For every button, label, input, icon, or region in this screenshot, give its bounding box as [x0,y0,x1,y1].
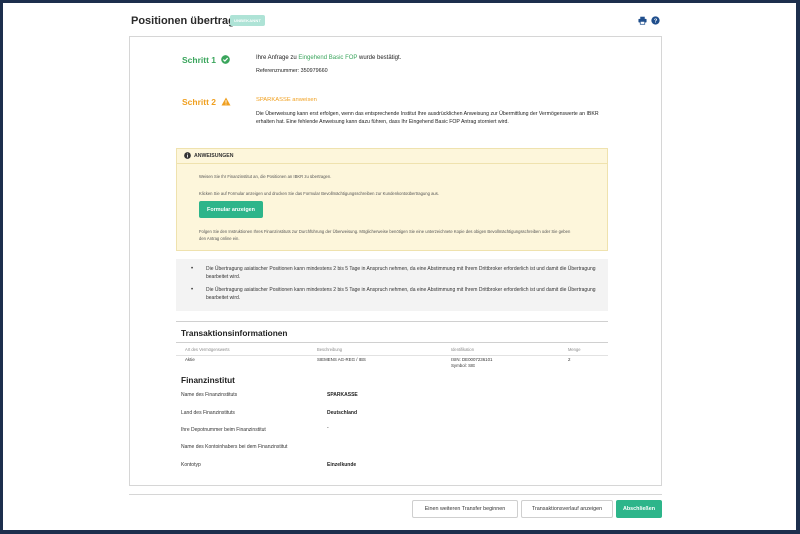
step2-body: Die Überweisung kann erst erfolgen, wenn… [256,111,599,125]
warning-triangle-icon [221,97,231,108]
step1-title: Schritt 1 [182,55,231,66]
step1-text-before: Ihre Anfrage zu [256,55,299,61]
instruction-line: Folgen Sie den Instruktionen Ihres Finan… [199,229,571,241]
notes-box: Die Übertragung asiatischer Positionen k… [176,259,608,311]
show-form-button[interactable]: Formular anzeigen [199,201,263,218]
instructions-header: ANWEISUNGEN [177,149,607,164]
column-header-description: Beschreibung [317,347,343,352]
view-transaction-history-button[interactable]: Transaktionsverlauf anzeigen [521,500,613,518]
field-value: Deutschland [327,410,358,416]
field-label: Name des Finanzinstituts [181,392,238,398]
help-icon[interactable]: ? [650,15,661,26]
step2-label: Schritt 2 [182,97,217,107]
instructions-box: ANWEISUNGEN Weisen Sie Ihr Finanzinstitu… [176,148,608,251]
step1-confirmation: Ihre Anfrage zu Eingehend Basic FOP wurd… [256,55,401,61]
note-item: Die Übertragung asiatischer Positionen k… [191,286,604,302]
footer-divider [129,494,662,495]
divider [176,342,608,343]
institution-title: Finanzinstitut [181,375,235,385]
finish-button[interactable]: Abschließen [616,500,662,518]
column-header-identification: Identifikation [451,347,474,352]
info-icon [184,151,194,161]
transfer-card: Schritt 1 Ihre Anfrage zu Eingehend Basi… [129,36,662,486]
field-label: Name des Kontoinhabers bei dem Finanzins… [181,444,288,450]
field-value: SPARKASSE [327,392,358,398]
column-header-quantity: Menge [568,347,581,352]
column-header-asset-type: Art des Vermögenswerts [185,347,230,352]
instruction-line: Klicken Sie auf Formular anzeigen und dr… [199,191,439,196]
check-circle-icon [221,55,231,66]
field-value: - [327,425,329,431]
step2-heading: SPARKASSE anweisen [256,97,317,103]
start-another-transfer-button[interactable]: Einen weiteren Transfer beginnen [412,500,518,518]
app-window: Positionen übertragen UNBEKANNT ? Schrit… [3,3,796,530]
print-icon[interactable] [637,15,648,26]
cell-symbol: Symbol: SIE [451,363,476,368]
step2-title: Schritt 2 [182,97,231,108]
reference-number: Referenznummer: 350979660 [256,68,328,74]
field-label: Land des Finanzinstituts [181,410,235,416]
step1-label: Schritt 1 [182,55,217,65]
request-type: Eingehend Basic FOP [298,55,358,61]
transactions-title: Transaktionsinformationen [181,328,288,338]
status-badge: UNBEKANNT [230,15,266,26]
cell-description: SIEMENS AG-REG / IBS [317,357,366,362]
instructions-heading: ANWEISUNGEN [194,153,234,159]
divider [176,321,608,322]
cell-asset-type: Aktie [185,357,195,362]
step1-text-after: wurde bestätigt. [357,55,402,61]
field-value: Einzelkunde [327,462,357,468]
field-label: Ihre Depotnummer beim Finanzinstitut [181,427,266,433]
note-item: Die Übertragung asiatischer Positionen k… [191,265,604,281]
field-label: Kontotyp [181,462,201,468]
instruction-line: Weisen Sie Ihr Finanzinstitut an, die Po… [199,174,332,179]
divider [176,355,608,356]
cell-quantity: 2 [568,357,571,362]
svg-text:?: ? [654,19,658,25]
